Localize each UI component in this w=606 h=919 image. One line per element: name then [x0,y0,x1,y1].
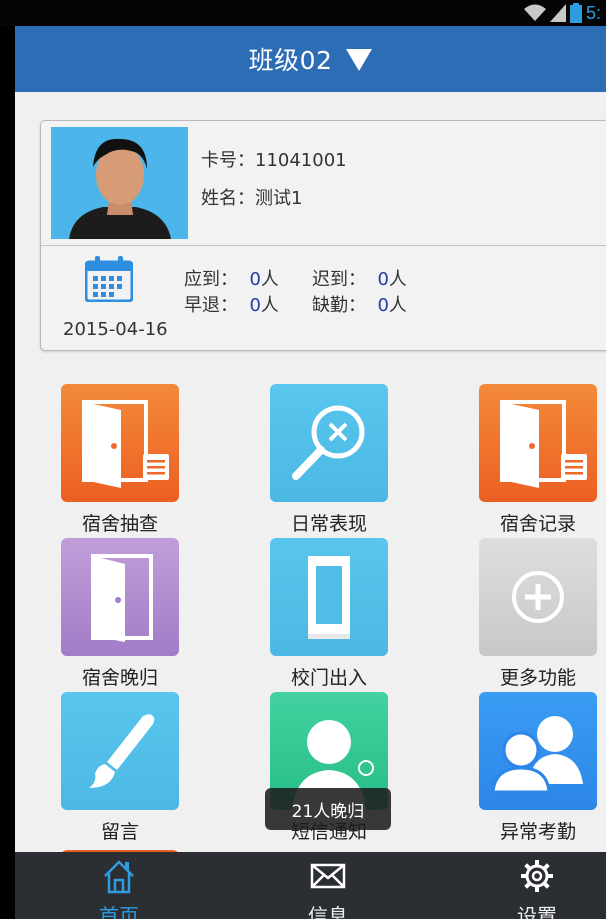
door-open-icon [61,538,179,656]
stat-unit: 人 [388,295,407,316]
menu-label: 宿舍记录 [499,513,576,535]
battery-icon [570,3,582,23]
brush-icon [61,692,179,810]
menu-label: 校门出入 [290,667,367,689]
menu-abnormal-attendance[interactable]: 异常考勤 [463,692,606,852]
stat-unit: 人 [388,269,407,290]
stat-value: 0 [249,295,261,316]
nav-label: 首页 [99,904,139,919]
status-time: 5: [586,2,602,23]
menu-label: 异常考勤 [499,821,576,843]
menu-daily-performance[interactable]: 日常表现 [254,384,404,544]
door-checklist-icon [61,384,179,502]
gear-icon [521,860,553,892]
card-number-row: 卡号：11041001 [201,146,347,172]
stat-value: 0 [377,295,389,316]
menu-dorm-records[interactable]: 宿舍记录 [463,384,606,544]
card-divider [41,245,606,246]
menu-label: 留言 [100,821,139,843]
student-card: 卡号：11041001 姓名：测试1 2015-04-16 应到： 0人 迟到：… [40,120,606,351]
gate-icon [270,538,388,656]
door-checklist-icon [479,384,597,502]
class-selector[interactable]: 班级02 [15,26,606,92]
date-label: 2015-04-16 [63,319,168,340]
stat-unit: 人 [260,295,279,316]
stat-unit: 人 [260,269,279,290]
stat-expected: 应到： 0人 [184,265,279,291]
page-title: 班级02 [248,46,333,75]
users-icon [479,692,597,810]
menu-dorm-late-return[interactable]: 宿舍晚归 [45,538,195,698]
menu-more-features[interactable]: 更多功能 [463,538,606,698]
menu-label: 宿舍抽查 [81,513,158,535]
stat-early-leave: 早退： 0人 [184,291,279,317]
menu-message[interactable]: 留言 [45,692,195,852]
nav-home[interactable]: 首页 [59,852,179,919]
stat-value: 0 [249,269,261,290]
stat-label: 应到： [184,269,238,290]
name-row: 姓名：测试1 [201,184,302,210]
plus-circle-icon [479,538,597,656]
toast-message: 21人晚归 [265,788,391,830]
magnifier-icon [270,384,388,502]
stat-absent: 缺勤： 0人 [312,291,407,317]
menu-dorm-check[interactable]: 宿舍抽查 [45,384,195,544]
calendar-icon[interactable] [85,256,133,302]
stat-value: 0 [377,269,389,290]
status-bar: 5: [0,0,606,26]
triangle-down-icon[interactable] [346,49,373,71]
nav-settings[interactable]: 设置 [477,852,597,919]
nav-messages[interactable]: 信息 [268,852,388,919]
stat-label: 缺勤： [312,295,366,316]
stat-label: 早退： [184,295,238,316]
name-label: 姓名： [201,188,255,209]
bottom-nav: 首页 信息 设置 [15,852,606,919]
menu-gate-access[interactable]: 校门出入 [254,538,404,698]
home-icon [104,860,134,894]
signal-icon [550,4,566,22]
card-number: 11041001 [255,150,347,171]
card-number-label: 卡号： [201,150,255,171]
stat-late: 迟到： 0人 [312,265,407,291]
app-screen: 班级02 卡号：11041001 姓名：测试1 2015-04-16 应到： 0… [15,26,606,919]
avatar [51,127,188,239]
student-name: 测试1 [255,188,303,209]
wifi-icon [524,4,546,21]
mail-icon [310,863,346,889]
menu-label: 更多功能 [499,667,576,689]
menu-label: 日常表现 [290,513,367,535]
nav-label: 信息 [308,904,348,919]
nav-label: 设置 [517,904,557,919]
toast-text: 21人晚归 [291,801,365,822]
menu-label: 宿舍晚归 [81,667,158,689]
stat-label: 迟到： [312,269,366,290]
